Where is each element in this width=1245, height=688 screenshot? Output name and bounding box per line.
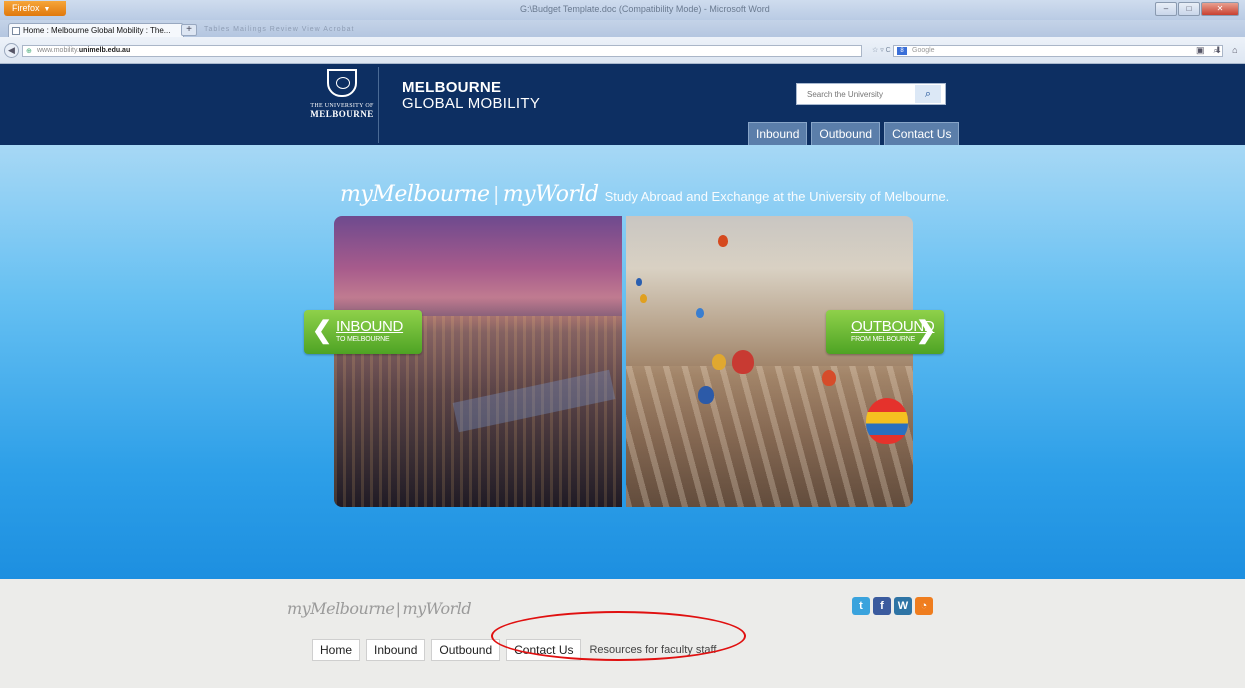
site-header: THE UNIVERSITY OF MELBOURNE MELBOURNE GL… <box>0 64 1245 145</box>
downloads-icon[interactable]: ⬇ <box>1215 45 1223 56</box>
hot-air-balloon <box>698 386 714 404</box>
footer-logo: myMelbourne | myWorld <box>287 599 472 619</box>
web-page: THE UNIVERSITY OF MELBOURNE MELBOURNE GL… <box>0 64 1245 688</box>
university-crest-logo[interactable]: THE UNIVERSITY OF MELBOURNE <box>306 67 379 143</box>
browser-search-bar[interactable]: 8 Google ⌕ <box>893 45 1223 57</box>
hot-air-balloon <box>732 350 754 374</box>
window-title: G:\Budget Template.doc (Compatibility Mo… <box>520 4 770 14</box>
search-engine-icon[interactable]: 8 <box>897 47 907 55</box>
bookmark-star-icon[interactable]: ☆ ▿ C <box>872 46 891 54</box>
background-window-ribbon-text: Tables Mailings Review View Acrobat <box>204 26 355 33</box>
hero-banner: myMelbourne | myWorld Study Abroad and Exch… <box>0 145 1245 579</box>
site-brand[interactable]: MELBOURNE GLOBAL MOBILITY <box>402 80 540 112</box>
hero-tagline: myMelbourne | myWorld Study Abroad and Exch… <box>340 182 949 207</box>
firefox-menu-label: Firefox <box>12 3 40 13</box>
site-identity-icon[interactable]: ⊕ <box>26 47 32 57</box>
new-tab-button[interactable]: + <box>181 24 197 36</box>
university-search-input[interactable] <box>797 85 915 103</box>
search-engine-placeholder: Google <box>912 47 935 54</box>
nav-inbound[interactable]: Inbound <box>748 122 808 145</box>
bookmarks-icon[interactable]: ▣ <box>1196 45 1205 56</box>
minimize-button[interactable]: – <box>1155 2 1177 16</box>
search-icon: ⌕ <box>924 88 932 100</box>
home-icon[interactable]: ⌂ <box>1232 45 1237 56</box>
hot-air-balloon <box>712 354 726 370</box>
footer-logo-separator: | <box>396 601 401 618</box>
footer-logo-my-melbourne: myMelbourne <box>287 599 395 618</box>
main-nav: Inbound Outbound Contact Us <box>748 122 960 145</box>
nav-outbound[interactable]: Outbound <box>811 122 881 145</box>
rss-icon[interactable]: ◔ <box>915 597 933 615</box>
crest-text-big: MELBOURNE <box>310 109 374 119</box>
hot-air-balloon <box>640 294 647 303</box>
tagline-my-melbourne: myMelbourne <box>340 182 490 207</box>
balloons-landscape-image[interactable] <box>626 216 913 507</box>
window-controls: – □ ✕ <box>1154 2 1239 16</box>
footer-logo-my-world: myWorld <box>402 599 472 618</box>
hot-air-balloon <box>636 278 642 286</box>
url-prefix: www.mobility. <box>37 47 79 54</box>
window-titlebar: Firefox ▼ G:\Budget Template.doc (Compati… <box>0 0 1245 20</box>
inbound-button[interactable]: ❮ INBOUND TO MELBOURNE <box>304 310 422 354</box>
university-search: ⌕ <box>796 83 946 105</box>
footer-nav-inbound[interactable]: Inbound <box>366 639 426 661</box>
search-button[interactable]: ⌕ <box>915 85 941 103</box>
browser-tools: ▣ ⬇ ⌂ <box>1196 45 1238 56</box>
tab-bar: Home : Melbourne Global Mobility : The..… <box>0 20 1245 37</box>
facebook-icon[interactable]: f <box>873 597 891 615</box>
page-favicon-icon <box>12 27 20 35</box>
hot-air-balloon <box>696 308 704 318</box>
tab-title: Home : Melbourne Global Mobility : The..… <box>23 26 171 35</box>
hot-air-balloon <box>866 398 908 444</box>
melbourne-city-image[interactable] <box>334 216 622 507</box>
outbound-subtitle: FROM MELBOURNE <box>851 336 916 343</box>
red-annotation-ellipse <box>491 611 746 661</box>
chevron-down-icon: ▼ <box>43 6 51 13</box>
inbound-subtitle: TO MELBOURNE <box>336 336 390 343</box>
nav-contact-us[interactable]: Contact Us <box>884 122 960 145</box>
brand-line-1: MELBOURNE <box>402 79 502 96</box>
address-bar[interactable]: ⊕ www.mobility.unimelb.edu.au <box>22 45 862 57</box>
tab-home[interactable]: Home : Melbourne Global Mobility : The..… <box>8 23 184 37</box>
close-window-button[interactable]: ✕ <box>1201 2 1239 16</box>
maximize-button[interactable]: □ <box>1178 2 1200 16</box>
wordpress-icon[interactable]: W <box>894 597 912 615</box>
tagline-text: Study Abroad and Exchange at the Univers… <box>604 189 950 204</box>
chevron-left-icon: ❮ <box>312 317 333 344</box>
url-domain: unimelb.edu.au <box>78 47 131 54</box>
tagline-my-world: myWorld <box>502 182 599 207</box>
hot-air-balloon <box>718 235 728 247</box>
outbound-button[interactable]: OUTBOUND FROM MELBOURNE ❯ <box>826 310 944 354</box>
firefox-menu-button[interactable]: Firefox ▼ <box>4 1 66 16</box>
tagline-separator: | <box>493 184 499 206</box>
footer-nav-home[interactable]: Home <box>312 639 361 661</box>
footer-nav-outbound[interactable]: Outbound <box>431 639 501 661</box>
brand-line-2: GLOBAL MOBILITY <box>402 95 541 112</box>
back-button[interactable]: ◀ <box>4 43 19 58</box>
twitter-icon[interactable]: t <box>852 597 870 615</box>
social-links: t f W ◔ <box>852 597 933 615</box>
inbound-title: INBOUND <box>336 318 404 335</box>
hot-air-balloon <box>822 370 836 386</box>
navigation-toolbar: ◀ ⊕ www.mobility.unimelb.edu.au ☆ ▿ C 8 … <box>0 37 1245 64</box>
crest-shield-icon <box>327 69 357 97</box>
chevron-right-icon: ❯ <box>915 317 936 344</box>
